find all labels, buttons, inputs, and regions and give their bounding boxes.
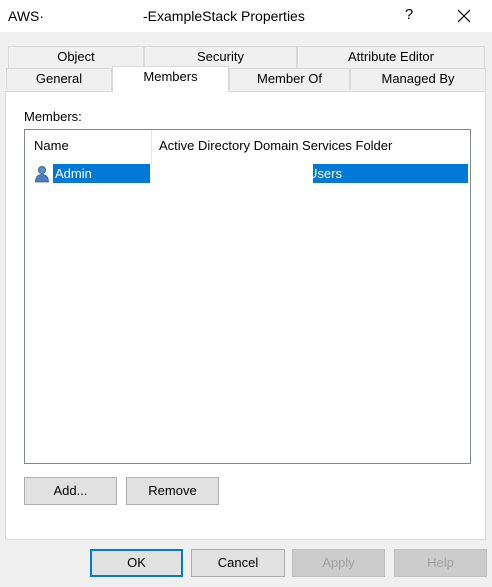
close-icon[interactable]	[452, 4, 476, 28]
column-header-folder[interactable]: Active Directory Domain Services Folder	[159, 138, 392, 153]
remove-member-button[interactable]: Remove	[126, 477, 219, 505]
member-folder-cell[interactable]: Users	[313, 164, 468, 183]
tab-general[interactable]: General	[6, 68, 112, 90]
table-row[interactable]: Admin Users	[25, 164, 470, 183]
tab-security[interactable]: Security	[144, 46, 297, 68]
column-header-name[interactable]: Name	[34, 138, 69, 153]
tab-members[interactable]: Members	[112, 66, 229, 92]
member-folder-text: Users	[313, 166, 342, 181]
window-title-prefix: AWS·	[8, 8, 45, 24]
members-label: Members:	[24, 109, 82, 124]
help-button[interactable]: ?	[402, 6, 416, 23]
user-icon	[33, 165, 51, 183]
apply-button[interactable]: Apply	[292, 549, 385, 577]
members-list[interactable]: Name Active Directory Domain Services Fo…	[24, 129, 471, 464]
ok-button[interactable]: OK	[90, 549, 183, 577]
cancel-button[interactable]: Cancel	[191, 549, 285, 577]
column-separator[interactable]	[151, 130, 152, 164]
window-title: -ExampleStack Properties	[143, 8, 305, 24]
title-bar[interactable]: AWS· -ExampleStack Properties ?	[0, 0, 492, 32]
help-dialog-button[interactable]: Help	[394, 549, 487, 577]
tab-managed-by[interactable]: Managed By	[350, 68, 486, 90]
tab-object[interactable]: Object	[8, 46, 144, 68]
add-member-button[interactable]: Add...	[24, 477, 117, 505]
tab-member-of[interactable]: Member Of	[229, 68, 350, 90]
member-name-cell[interactable]: Admin	[53, 164, 150, 183]
members-tab-panel: Members: Name Active Directory Domain Se…	[5, 91, 486, 540]
tab-attribute-editor[interactable]: Attribute Editor	[297, 46, 485, 68]
